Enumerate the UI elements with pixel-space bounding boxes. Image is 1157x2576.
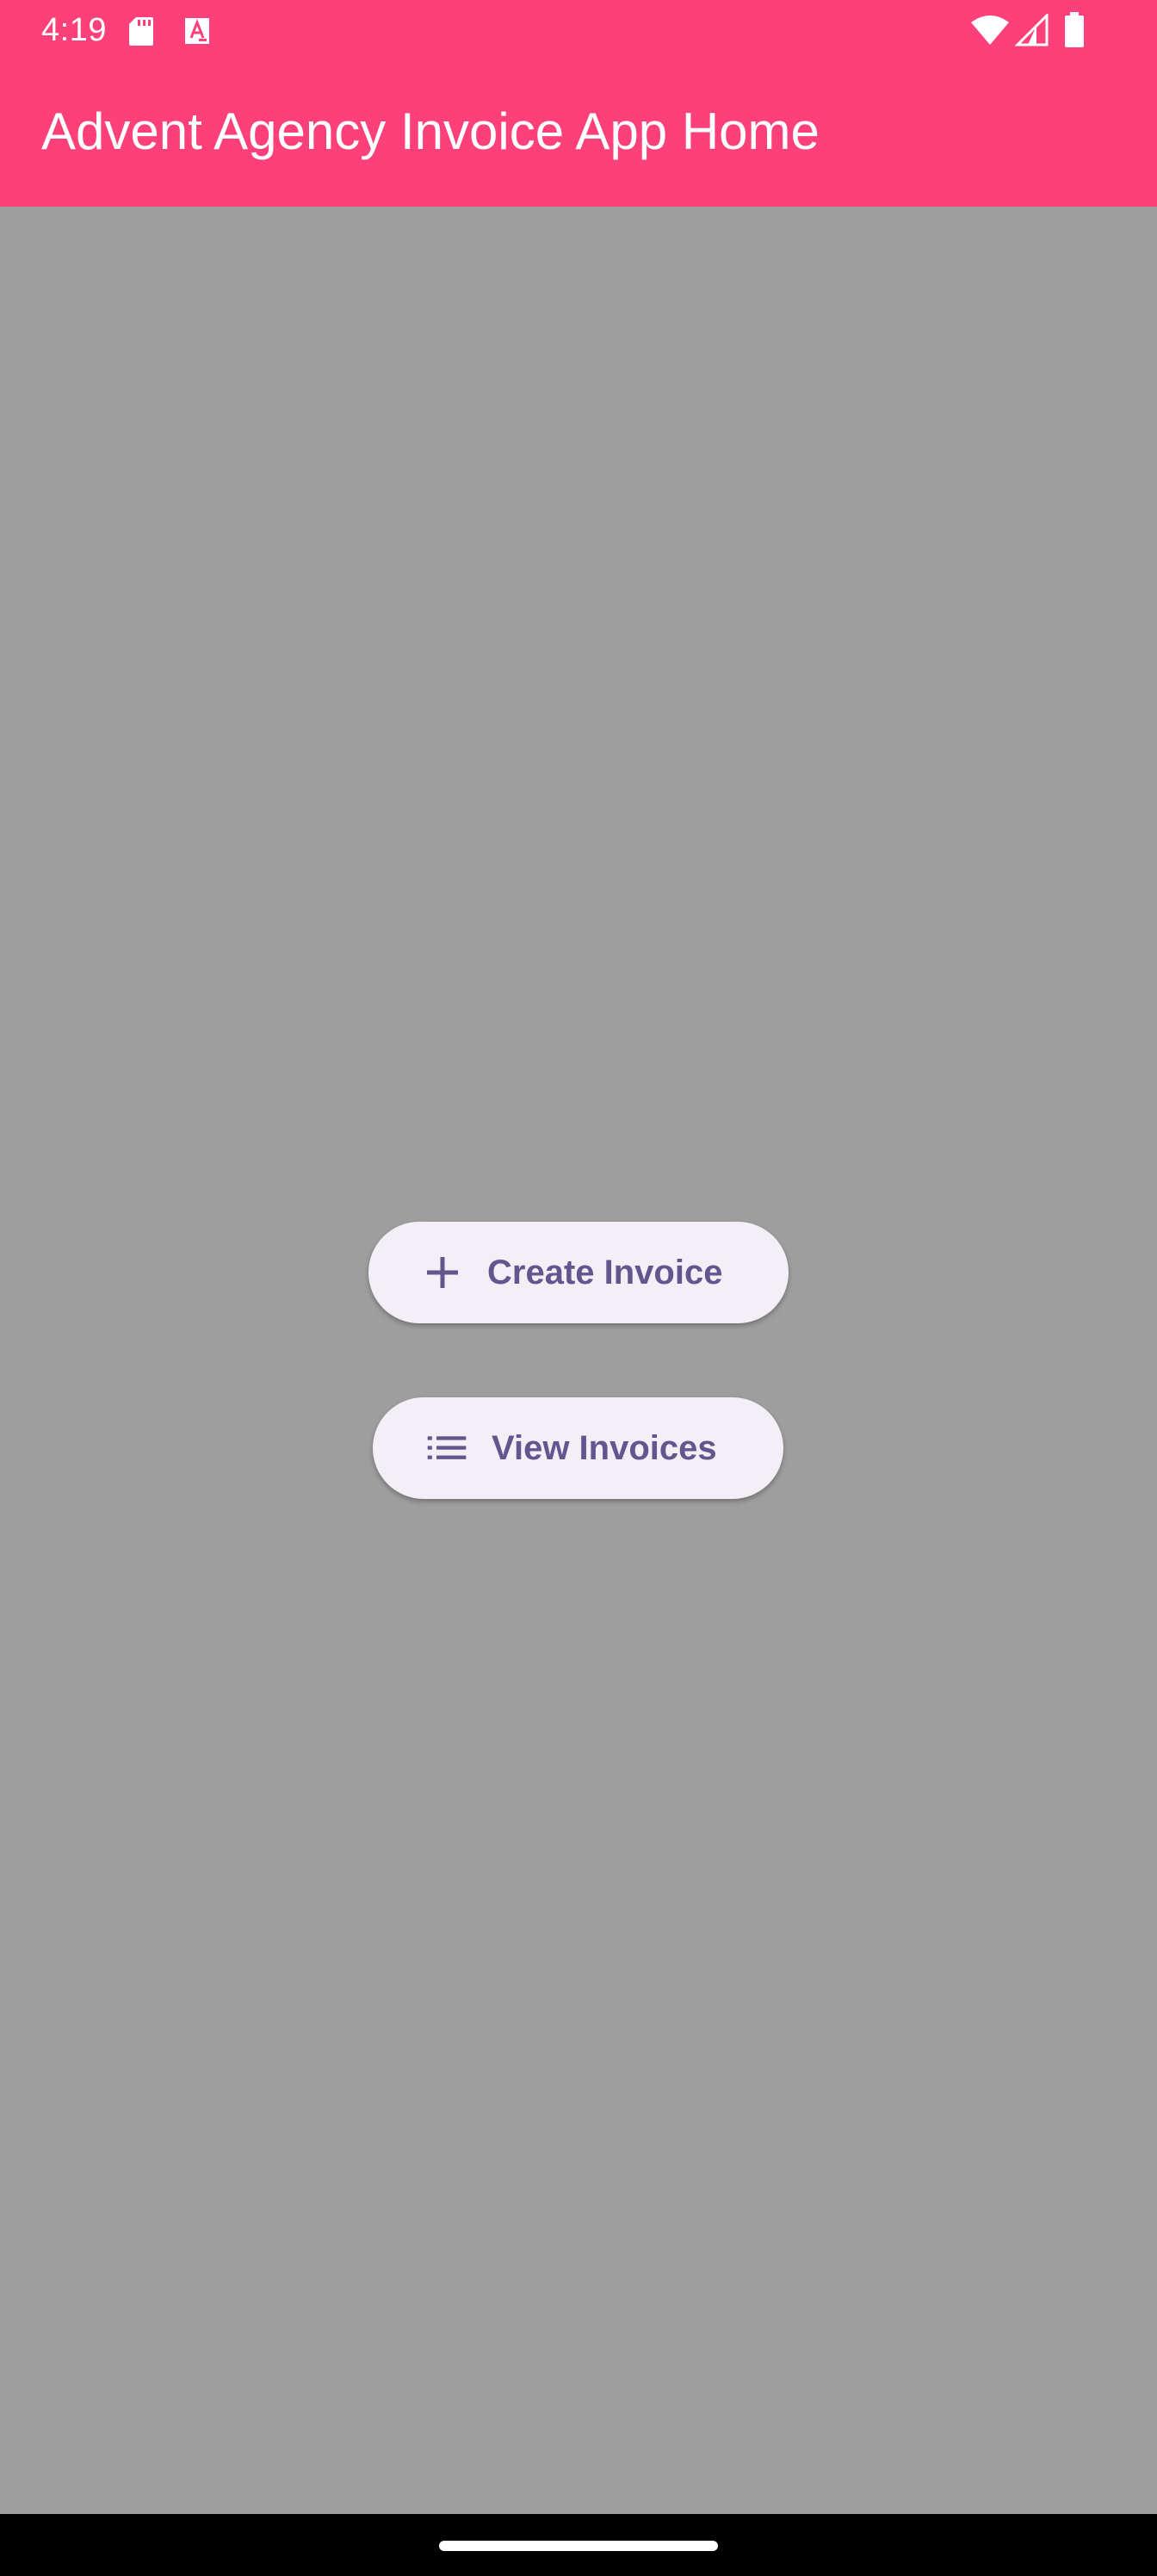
view-invoices-button[interactable]: View Invoices (373, 1397, 783, 1499)
screen: 4:19 Advent Agency Invoice App Home Crea… (0, 0, 1157, 2576)
home-gesture-bar[interactable] (439, 2541, 718, 2551)
wifi-icon (971, 15, 1009, 45)
create-invoice-label: Create Invoice (487, 1253, 723, 1291)
plus-icon (427, 1257, 458, 1288)
list-icon (427, 1436, 467, 1459)
battery-icon (1065, 12, 1084, 47)
sd-card-icon (129, 17, 153, 46)
status-bar: 4:19 (0, 0, 1157, 60)
signal-icon (1014, 14, 1049, 46)
app-header: 4:19 Advent Agency Invoice App Home (0, 0, 1157, 207)
view-invoices-label: View Invoices (492, 1428, 717, 1467)
status-time: 4:19 (41, 12, 107, 48)
create-invoice-button[interactable]: Create Invoice (368, 1222, 789, 1323)
page-title: Advent Agency Invoice App Home (41, 102, 820, 160)
text-a-icon (185, 18, 209, 44)
